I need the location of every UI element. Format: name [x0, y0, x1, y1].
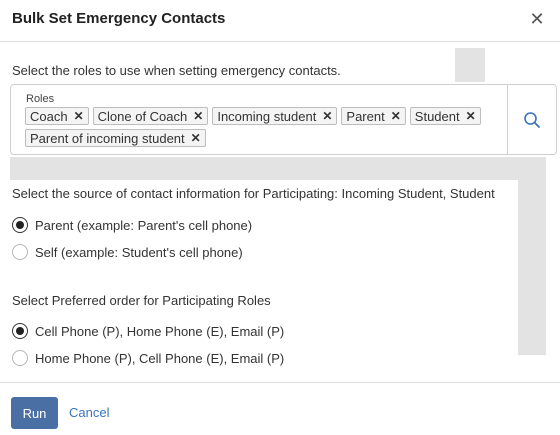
overlay-block-top	[455, 48, 485, 82]
overlay-block-strip	[10, 157, 546, 180]
source-prompt: Select the source of contact information…	[12, 186, 495, 201]
role-chip: Student ✕	[409, 107, 481, 125]
order-option-label: Cell Phone (P), Home Phone (E), Email (P…	[35, 323, 285, 339]
role-chip-label: Coach	[30, 108, 68, 124]
run-button[interactable]: Run	[11, 397, 58, 429]
role-chip: Clone of Coach ✕	[92, 107, 209, 125]
remove-chip-icon[interactable]: ✕	[193, 109, 203, 123]
order-option-cell-first[interactable]: Cell Phone (P), Home Phone (E), Email (P…	[12, 323, 284, 339]
role-chip: Parent ✕	[341, 107, 406, 125]
role-chip: Coach ✕	[25, 107, 89, 125]
role-chip-label: Incoming student	[217, 108, 317, 124]
order-option-home-first[interactable]: Home Phone (P), Cell Phone (E), Email (P…	[12, 350, 284, 366]
radio-button[interactable]	[12, 244, 28, 260]
roles-multiselect[interactable]: Roles Coach ✕ Clone of Coach ✕ Incoming …	[10, 84, 557, 155]
source-option-parent[interactable]: Parent (example: Parent's cell phone)	[12, 217, 252, 233]
cancel-link[interactable]: Cancel	[69, 405, 109, 420]
overlay-block-side	[518, 157, 546, 355]
order-option-label: Home Phone (P), Cell Phone (E), Email (P…	[35, 350, 285, 366]
source-option-label: Self (example: Student's cell phone)	[35, 244, 243, 260]
dialog-header: Bulk Set Emergency Contacts ✕	[0, 0, 560, 42]
source-option-self[interactable]: Self (example: Student's cell phone)	[12, 244, 243, 260]
remove-chip-icon[interactable]: ✕	[322, 109, 332, 123]
role-chip-label: Student	[414, 108, 460, 124]
source-option-label: Parent (example: Parent's cell phone)	[35, 217, 253, 233]
roles-search-button[interactable]	[507, 85, 556, 154]
dialog-footer: Run Cancel	[0, 382, 560, 435]
radio-button[interactable]	[12, 350, 28, 366]
remove-chip-icon[interactable]: ✕	[191, 131, 201, 145]
role-chip: Incoming student ✕	[212, 107, 338, 125]
search-icon	[524, 111, 540, 128]
order-prompt: Select Preferred order for Participating…	[12, 293, 271, 308]
radio-button-checked[interactable]	[12, 217, 28, 233]
role-chip-label: Parent of incoming student	[30, 130, 185, 146]
role-chip-label: Parent	[346, 108, 385, 124]
roles-chip-list: Coach ✕ Clone of Coach ✕ Incoming studen…	[25, 107, 505, 147]
dialog-title: Bulk Set Emergency Contacts	[12, 10, 226, 27]
remove-chip-icon[interactable]: ✕	[391, 109, 401, 123]
role-chip-label: Clone of Coach	[97, 108, 188, 124]
remove-chip-icon[interactable]: ✕	[74, 109, 84, 123]
remove-chip-icon[interactable]: ✕	[466, 109, 476, 123]
role-chip: Parent of incoming student ✕	[25, 129, 206, 147]
roles-prompt: Select the roles to use when setting eme…	[12, 63, 341, 78]
roles-field-label: Roles	[26, 93, 55, 105]
radio-button-checked[interactable]	[12, 323, 28, 339]
close-icon[interactable]: ✕	[524, 6, 550, 32]
